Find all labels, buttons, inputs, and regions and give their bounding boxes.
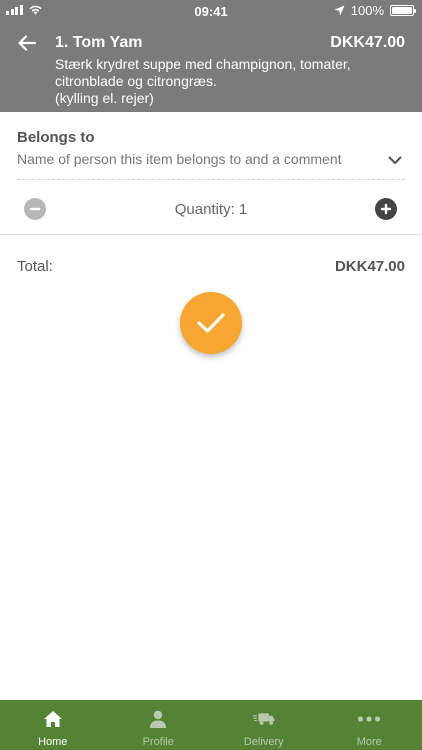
battery-percent: 100% [350, 3, 384, 18]
plus-icon [380, 203, 392, 215]
tab-home-label: Home [38, 736, 68, 748]
status-bar: 09:41 100% [0, 0, 422, 22]
item-price: DKK47.00 [330, 34, 405, 51]
status-right: 100% [334, 3, 416, 18]
tab-home[interactable]: Home [0, 700, 106, 750]
tab-delivery[interactable]: Delivery [211, 700, 317, 750]
belongs-to-field[interactable]: Name of person this item belongs to and … [17, 150, 405, 180]
tab-delivery-label: Delivery [243, 736, 284, 748]
item-title: 1. Tom Yam [55, 34, 143, 51]
increase-quantity-button[interactable] [375, 198, 397, 220]
confirm-button[interactable] [180, 292, 242, 354]
item-description: Stærk krydret suppe med champignon, toma… [55, 56, 351, 89]
tab-profile-label: Profile [142, 736, 174, 748]
delivery-truck-icon [252, 709, 276, 729]
tab-profile[interactable]: Profile [106, 700, 212, 750]
chevron-down-icon[interactable] [387, 152, 403, 168]
more-dots-icon [357, 709, 381, 729]
location-arrow-icon [334, 5, 345, 16]
back-button[interactable] [14, 30, 40, 56]
tab-more[interactable]: More [317, 700, 422, 750]
home-icon [41, 709, 65, 729]
tab-more-label: More [356, 736, 382, 748]
battery-icon [390, 5, 416, 16]
profile-icon [146, 709, 170, 729]
item-description-block: Stærk krydret suppe med champignon, toma… [55, 56, 395, 107]
checkmark-icon [197, 313, 225, 333]
total-label: Total: [17, 258, 53, 275]
item-header: 1. Tom Yam DKK47.00 Stærk krydret suppe … [0, 22, 422, 112]
arrow-left-icon [18, 35, 36, 51]
belongs-to-placeholder: Name of person this item belongs to and … [17, 151, 342, 167]
belongs-to-label: Belongs to [17, 129, 95, 146]
tab-bar: Home Profile Delivery More [0, 700, 422, 750]
total-value: DKK47.00 [334, 258, 405, 275]
quantity-stepper: Quantity: 1 [0, 188, 422, 235]
quantity-label: Quantity: 1 [174, 201, 248, 218]
item-note: (kylling el. rejer) [55, 90, 154, 106]
